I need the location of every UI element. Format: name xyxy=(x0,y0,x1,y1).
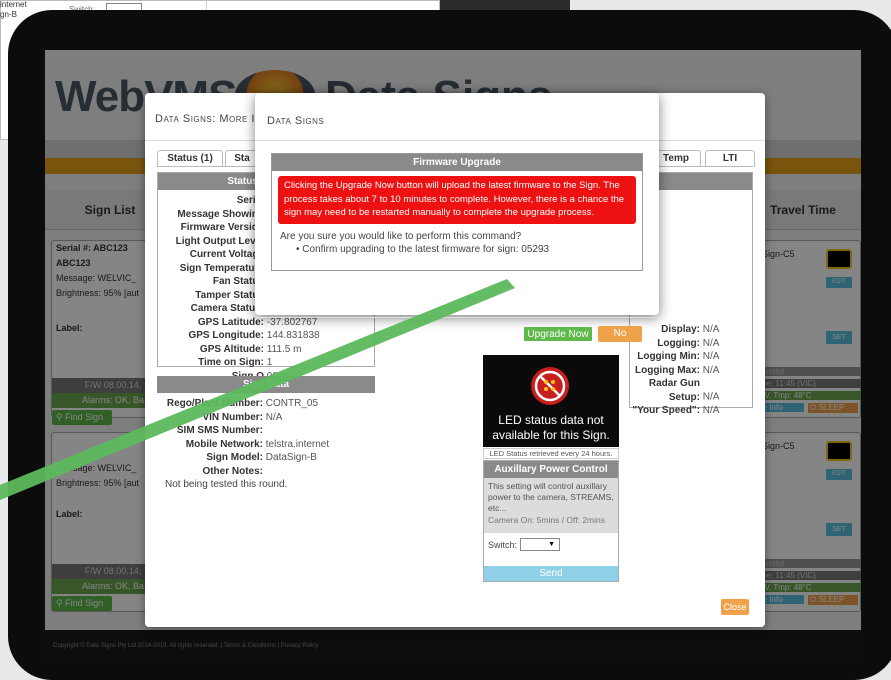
upgrade-now-button[interactable]: Upgrade Now xyxy=(523,326,593,342)
radar-key: "Your Speed": xyxy=(632,405,700,416)
firmware-warning: Clicking the Upgrade Now button will upl… xyxy=(278,176,636,224)
callout-arrow-shape xyxy=(0,279,515,500)
radar-row: Logging Min: N/A xyxy=(630,350,752,364)
tab-status-2[interactable]: Sta xyxy=(225,150,259,167)
firmware-modal-title: Data Signs xyxy=(267,115,325,127)
firmware-question: Are you sure you would like to perform t… xyxy=(280,231,522,242)
radar-value: N/A xyxy=(702,337,720,349)
led-unavailable-icon xyxy=(531,367,569,405)
radar-key: Logging Max: xyxy=(635,364,700,376)
radar-value: N/A xyxy=(702,324,720,335)
aux-switch-select[interactable]: ▼ xyxy=(520,538,560,551)
radar-row: Display: N/A xyxy=(630,323,752,337)
caret-down-icon: ▼ xyxy=(548,541,555,548)
firmware-modal-divider xyxy=(255,140,659,141)
radar-rows: Display: N/A Logging: N/A Logging Min: N/A… xyxy=(630,323,752,418)
radar-key: Radar Gun Setup: xyxy=(648,378,700,403)
status-key: Message Showing xyxy=(177,208,264,220)
firmware-box: Firmware Upgrade Clicking the Upgrade No… xyxy=(271,153,643,271)
radar-value: N/A xyxy=(702,405,720,416)
status-key: Firmware Version xyxy=(180,222,264,233)
no-button[interactable]: No xyxy=(598,326,642,342)
callout-arrow xyxy=(0,279,515,500)
firmware-confirm-text: Confirm upgrading to the latest firmware… xyxy=(302,244,550,255)
status-key: Light Output Level xyxy=(175,235,264,247)
firmware-header: Firmware Upgrade xyxy=(272,154,642,171)
status-key: Current Voltage xyxy=(189,249,264,260)
radar-row: Logging Max: N/A xyxy=(630,364,752,378)
radar-row: Logging: N/A xyxy=(630,337,752,351)
radar-value: N/A xyxy=(702,351,720,362)
close-button[interactable]: Close xyxy=(721,599,749,615)
radar-value: N/A xyxy=(702,391,720,403)
background-text-2: gn-B xyxy=(0,10,17,19)
background-left-text: internet gn-B xyxy=(0,0,27,20)
radar-row: "Your Speed": N/A xyxy=(630,404,752,418)
radar-value: N/A xyxy=(702,364,720,376)
modal-title: Data Signs: More I xyxy=(155,113,255,125)
tab-status-1[interactable]: Status (1) xyxy=(157,150,223,167)
radar-row: Radar Gun Setup: N/A xyxy=(630,377,752,404)
radar-key: Logging Min: xyxy=(637,351,700,362)
tab-lti[interactable]: LTI xyxy=(705,150,755,167)
status-key: Serial xyxy=(236,195,264,206)
firmware-confirm-item: • Confirm upgrading to the latest firmwa… xyxy=(296,244,550,255)
background-text-1: internet xyxy=(0,0,27,9)
